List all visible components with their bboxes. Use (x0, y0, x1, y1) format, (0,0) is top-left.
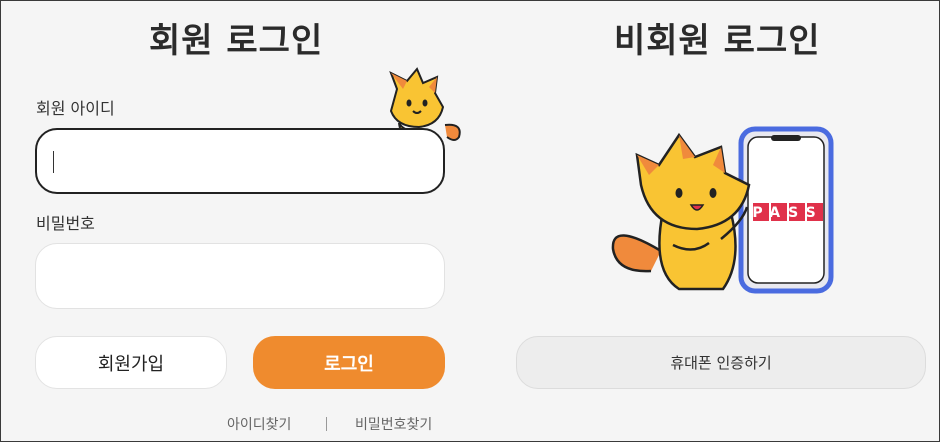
svg-text:PASS: PASS (752, 205, 823, 221)
member-login-title: 회원 로그인 (149, 21, 324, 61)
member-id-label: 회원 아이디 (36, 99, 115, 118)
link-divider (326, 417, 327, 431)
login-button[interactable]: 로그인 (253, 336, 445, 389)
find-id-link[interactable]: 아이디찾기 (227, 414, 291, 434)
pass-logo: PASS (752, 203, 823, 221)
member-id-input[interactable] (35, 128, 445, 194)
guest-login-title: 비회원 로그인 (614, 21, 821, 61)
password-label: 비밀번호 (36, 214, 95, 233)
phone-auth-button[interactable]: 휴대폰 인증하기 (516, 336, 926, 389)
password-input[interactable] (35, 243, 445, 309)
login-page: 회원 로그인 비회원 로그인 회원 아이디 비밀번호 회원가입 로그인 아이디찾… (0, 0, 940, 442)
phone-pass-icon: PASS (611, 126, 834, 294)
text-caret (53, 151, 54, 173)
find-password-link[interactable]: 비밀번호찾기 (355, 414, 432, 434)
join-button[interactable]: 회원가입 (35, 336, 227, 389)
